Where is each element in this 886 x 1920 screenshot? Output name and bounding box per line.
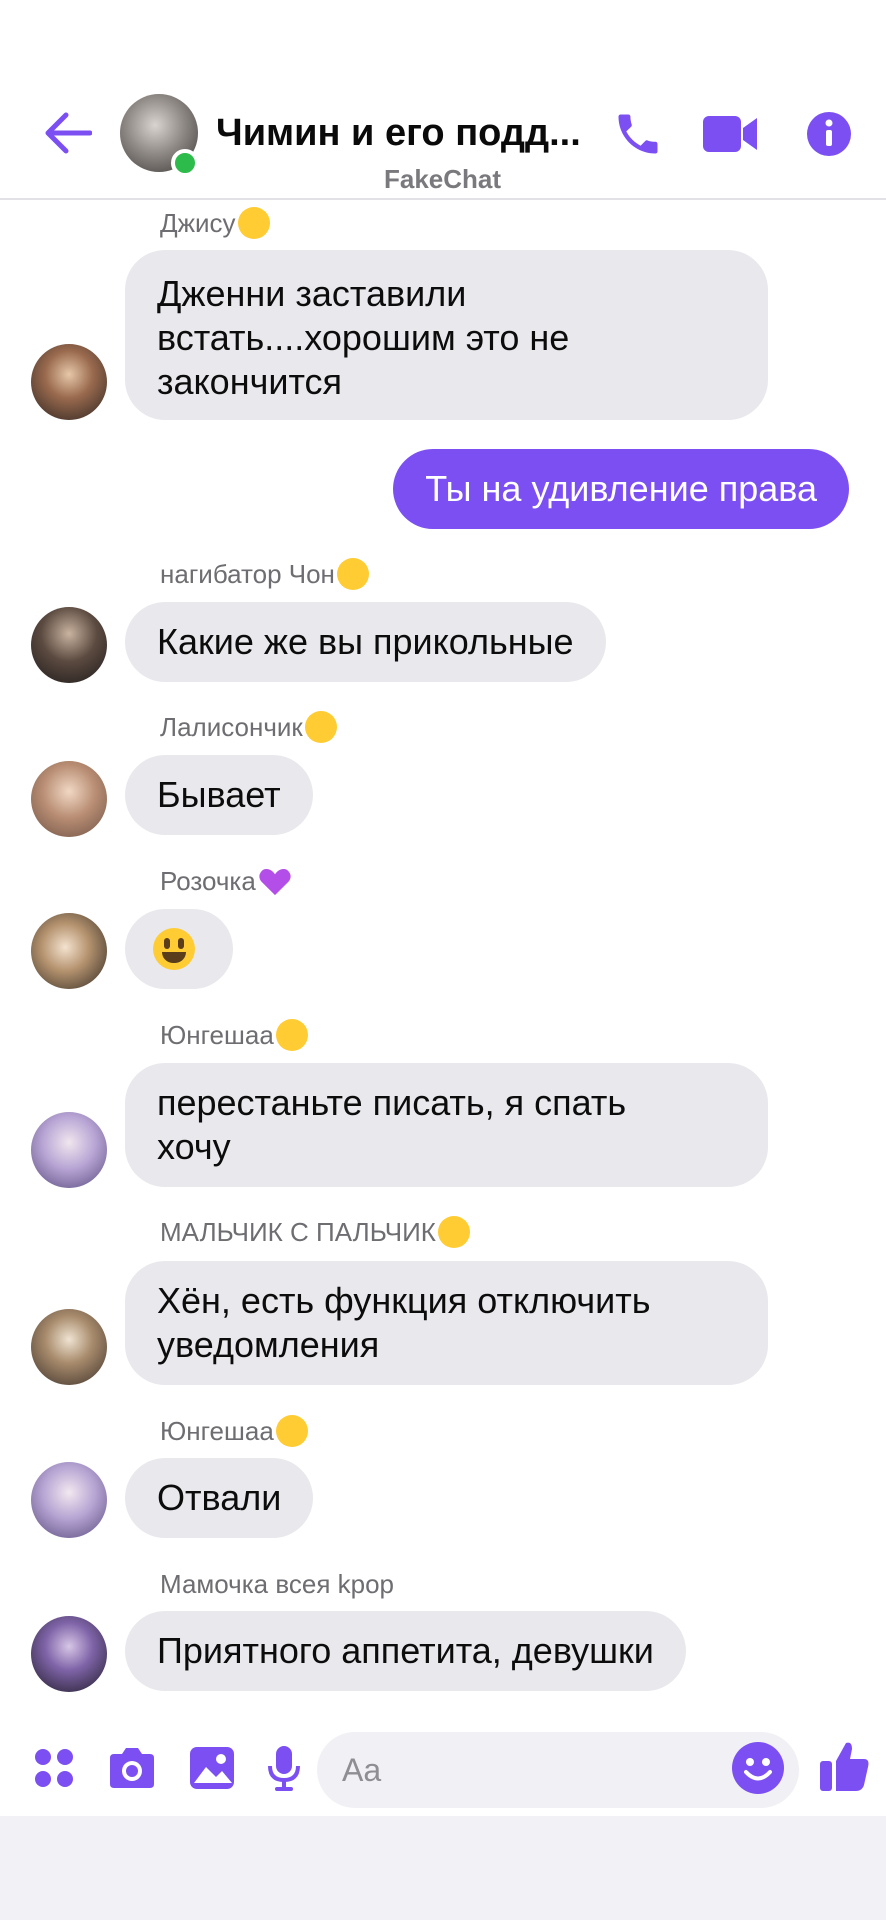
kissing-smiling-emoji-icon: [304, 711, 337, 744]
zany-emoji-icon: [275, 1019, 308, 1052]
message-text: Какие же вы прикольные: [157, 621, 574, 662]
message-text-line: Дженни заставили: [157, 273, 467, 314]
zany-emoji-icon: [275, 1415, 308, 1448]
message-text-line: хочу: [157, 1126, 231, 1167]
smiley-emoji-icon: [153, 928, 195, 970]
sender-name: Мамочка всея kpop: [160, 1569, 395, 1599]
message-bubble[interactable]: Приятного аппетита, девушки: [125, 1611, 686, 1691]
microphone-icon[interactable]: [256, 1740, 312, 1796]
message-text-line: закончится: [157, 361, 343, 402]
wink-emoji-icon: [336, 558, 369, 591]
message-text: Отвали: [157, 1477, 282, 1518]
sender-name: Лалисончик: [160, 711, 337, 745]
avatar[interactable]: [31, 1462, 107, 1538]
message-bubble[interactable]: Отвали: [125, 1458, 314, 1538]
chat-header: Чимин и его подд... FakeChat: [0, 0, 886, 200]
video-camera-icon[interactable]: [700, 104, 760, 164]
sender-name: Юнгешаа: [160, 1019, 308, 1053]
info-icon[interactable]: [799, 104, 859, 164]
back-arrow-icon[interactable]: [40, 108, 96, 158]
message-input[interactable]: [317, 1732, 799, 1808]
sender-name: Розочка: [160, 866, 292, 899]
emoji-icon[interactable]: [728, 1738, 788, 1798]
message-text: Приятного аппетита, девушки: [157, 1630, 654, 1671]
chat-title[interactable]: Чимин и его подд...: [216, 112, 586, 155]
camera-icon[interactable]: [104, 1740, 160, 1796]
avatar[interactable]: [31, 1309, 107, 1385]
avatar[interactable]: [31, 344, 107, 420]
message-bubble[interactable]: Хён, есть функция отключить уведомления: [125, 1261, 768, 1385]
message-bubble[interactable]: [125, 909, 233, 989]
menu-dots-icon[interactable]: [26, 1740, 82, 1796]
avatar[interactable]: [31, 607, 107, 683]
sender-name: нагибатор Чон: [160, 558, 369, 592]
grinning-emoji-icon: [437, 1216, 470, 1249]
message-text: Бывает: [157, 774, 281, 815]
message-text-line: Хён, есть функция отключить: [157, 1280, 651, 1321]
avatar[interactable]: [31, 1616, 107, 1692]
message-bubble[interactable]: Дженни заставили встать....хорошим это н…: [125, 250, 768, 420]
purple-heart-emoji-icon: [259, 869, 291, 896]
outgoing-message-bubble[interactable]: Ты на удивление права: [393, 449, 849, 529]
avatar[interactable]: [31, 913, 107, 989]
winking-tongue-emoji-icon: [237, 207, 270, 240]
message-text-line: встать....хорошим это не: [157, 317, 570, 358]
system-navigation-area: [0, 1816, 886, 1920]
message-text-line: перестаньте писать, я спать: [157, 1082, 627, 1123]
image-icon[interactable]: [184, 1740, 240, 1796]
message-input-placeholder: Aa: [342, 1752, 382, 1788]
thumbs-up-icon[interactable]: [814, 1736, 874, 1796]
online-status-dot: [171, 149, 199, 177]
message-bubble[interactable]: Бывает: [125, 755, 313, 835]
sender-name: Джису: [160, 207, 270, 241]
phone-icon[interactable]: [608, 104, 668, 164]
message-bubble[interactable]: Какие же вы прикольные: [125, 602, 606, 682]
chat-subtitle: FakeChat: [384, 164, 502, 194]
avatar[interactable]: [31, 1112, 107, 1188]
message-text-line: уведомления: [157, 1324, 380, 1365]
message-text: Ты на удивление права: [425, 468, 817, 509]
message-bubble[interactable]: перестаньте писать, я спать хочу: [125, 1063, 768, 1187]
sender-name: МАЛЬЧИК С ПАЛЬЧИК: [160, 1216, 470, 1250]
sender-name: Юнгешаа: [160, 1415, 308, 1449]
avatar[interactable]: [31, 761, 107, 837]
